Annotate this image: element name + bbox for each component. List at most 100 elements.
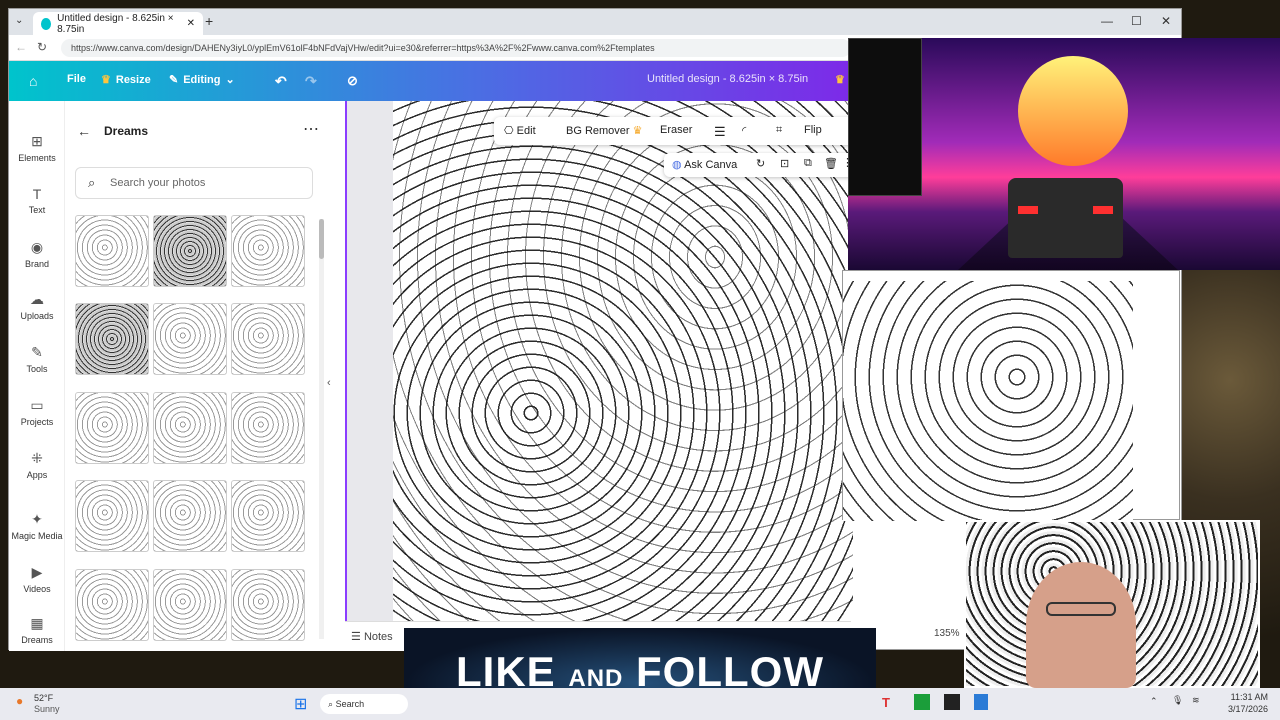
image-toolbar: ⎔ Edit BG Remover ♛ Eraser ☰ ◜ ⌗ Flip [494,117,854,145]
more-options-icon[interactable]: ⋯ [303,119,319,139]
app-icon[interactable] [974,694,988,710]
image-thumbnail[interactable] [75,215,149,287]
image-thumbnail[interactable] [153,391,227,464]
ask-canva-icon: ◍ [672,159,682,171]
rail-item-projects[interactable]: ▭ Projects [9,397,65,427]
tools-icon: ✎ [31,344,43,360]
start-icon[interactable]: ⊞ [294,694,307,714]
microphone-icon[interactable]: 🎙 [1172,695,1183,706]
crown-icon: ♛ [632,125,643,137]
trash-icon[interactable]: 🗑 [824,157,838,170]
taillight [1018,206,1038,214]
resize-button[interactable]: ♛ Resize [101,73,151,87]
document-title[interactable]: Untitled design - 8.625in × 8.75in [647,73,808,85]
redo-icon[interactable]: ↷ [305,73,317,90]
url-field[interactable]: https://www.canva.com/design/DAHENy3iyL0… [61,39,851,57]
rail-label: Dreams [21,635,53,645]
rail-item-brand[interactable]: ◉ Brand [9,239,65,269]
maximize-button[interactable]: ☐ [1131,14,1142,28]
crown-icon: ♛ [101,74,111,86]
minimize-button[interactable]: — [1101,14,1113,28]
rail-item-elements[interactable]: ⊞ Elements [9,133,65,163]
eraser-button[interactable]: Eraser [660,124,692,136]
app-icon[interactable]: T [882,695,890,710]
search-box[interactable]: ⌕ Search your photos [75,167,313,199]
ask-canva-button[interactable]: ◍ Ask Canva [672,158,737,171]
rail-item-uploads[interactable]: ☁ Uploads [9,291,65,321]
bg-remover-button[interactable]: BG Remover ♛ [566,124,643,137]
crop-icon[interactable]: ⌗ [776,124,782,137]
image-thumbnail[interactable] [75,568,149,641]
tray-chevron-icon[interactable]: ⌃ [1150,696,1158,707]
home-icon[interactable]: ⌂ [29,73,37,89]
canvas-area: ⎔ Edit BG Remover ♛ Eraser ☰ ◜ ⌗ Flip ◍ … [345,101,854,621]
search-input: Search your photos [110,177,206,189]
image-thumbnail[interactable] [153,303,227,376]
weather-temp[interactable]: 52°F [34,693,53,703]
panel-scrollbar[interactable] [319,219,324,639]
image-thumbnail[interactable] [153,215,227,287]
left-rail: ⊞ Elements T Text ◉ Brand ☁ Uploads ✎ Tools ▭… [9,101,65,651]
image-thumbnail[interactable] [231,303,305,376]
collapse-panel-icon[interactable]: ‹ [327,377,331,389]
scrollbar-thumb[interactable] [319,219,324,259]
rail-item-dreams[interactable]: ▦ Dreams [9,615,65,645]
chat-window [848,38,922,196]
image-thumbnail[interactable] [231,568,305,641]
webcam-overlay [964,520,1260,688]
rail-label: Projects [20,417,54,427]
new-tab-button[interactable]: + [205,13,213,29]
wifi-icon[interactable]: ≋ [1192,695,1200,706]
rail-item-tools[interactable]: ✎ Tools [9,344,65,374]
file-menu[interactable]: File [67,73,86,85]
taskbar-search[interactable]: ⌕ Search [320,694,408,714]
flip-button[interactable]: Flip [804,124,822,136]
tab-close-icon[interactable]: ✕ [187,18,195,29]
premium-crown-icon[interactable]: ♛ [835,73,845,86]
image-thumbnail[interactable] [75,391,149,464]
edit-button[interactable]: ⎔ Edit [504,124,536,137]
notes-button[interactable]: ☰ Notes [351,630,393,643]
app-icon[interactable] [914,694,930,710]
edit-icon: ⎔ [504,125,514,137]
quick-actions-bar: ◍ Ask Canva ↻ ⊡ ⧉ 🗑 ⋮ [664,153,854,177]
back-icon[interactable]: ← [15,40,27,54]
zoom-level[interactable]: 135% [934,628,960,639]
image-thumbnail[interactable] [231,391,305,464]
clock-time[interactable]: 11:31 AM [1212,692,1268,702]
rail-item-apps[interactable]: ⁜ Apps [9,450,65,480]
rail-item-magic-media[interactable]: ✦ Magic Media [9,511,65,541]
notes-label: Notes [363,631,393,643]
browser-tab[interactable]: Untitled design - 8.625in × 8.75in ✕ [33,12,203,35]
rail-label: Apps [26,470,48,480]
image-thumbnail[interactable] [231,480,305,553]
app-icon[interactable] [944,694,960,710]
image-grid [75,215,313,651]
image-thumbnail[interactable] [75,303,149,376]
image-thumbnail[interactable] [153,568,227,641]
editing-mode-button[interactable]: ✎ Editing ⌄ [169,73,235,87]
synthwave-sun [1018,56,1128,166]
tab-list-icon[interactable]: ⌄ [15,15,23,26]
image-thumbnail[interactable] [231,215,305,287]
coloring-page-artwork[interactable] [393,101,853,621]
duplicate-icon[interactable]: ⧉ [804,157,812,170]
rail-item-text[interactable]: T Text [9,186,65,215]
image-thumbnail[interactable] [75,480,149,553]
close-window-button[interactable]: ✕ [1161,14,1171,28]
reload-icon[interactable]: ↻ [37,40,47,54]
rail-label: Videos [23,584,51,594]
back-arrow-icon[interactable]: ← [77,123,91,139]
border-style-icon[interactable]: ☰ [714,124,726,140]
corner-rounding-icon[interactable]: ◜ [742,124,746,137]
rail-item-videos[interactable]: ▶ Videos [9,564,65,594]
cloud-sync-icon[interactable]: ⊘ [347,73,358,89]
notes-icon: ☰ [351,631,361,643]
weather-icon[interactable]: ● [16,694,23,708]
refresh-icon[interactable]: ↻ [756,157,765,170]
search-icon: ⌕ [328,699,334,709]
undo-icon[interactable]: ↶ [275,73,287,90]
glasses [1046,602,1116,616]
lock-icon[interactable]: ⊡ [780,157,789,170]
image-thumbnail[interactable] [153,480,227,553]
